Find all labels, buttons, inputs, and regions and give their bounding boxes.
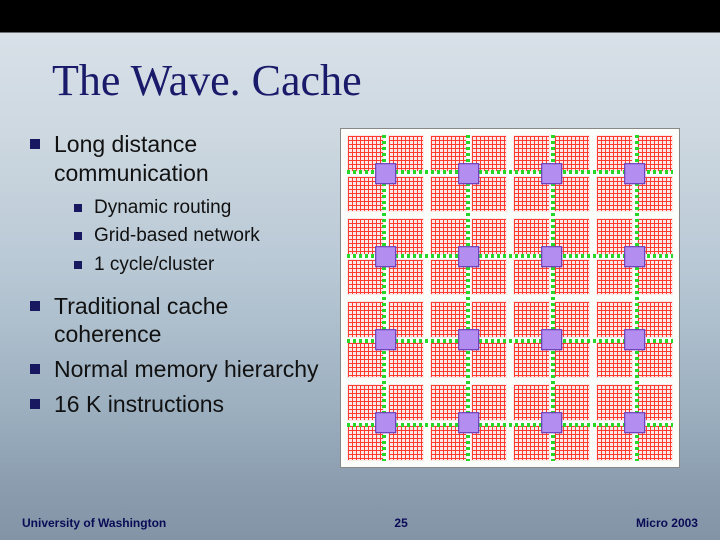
switch-node bbox=[458, 246, 480, 268]
bullet-list: Long distance communication Dynamic rout… bbox=[30, 130, 330, 425]
slide: The Wave. Cache Long distance communicat… bbox=[0, 0, 720, 540]
switch-node bbox=[624, 246, 646, 268]
bullet-text: Dynamic routing bbox=[94, 196, 231, 221]
switch-node bbox=[541, 246, 563, 268]
switch-node bbox=[458, 329, 480, 351]
page-number: 25 bbox=[394, 516, 407, 530]
list-item: Normal memory hierarchy bbox=[30, 355, 330, 384]
footer-venue: Micro 2003 bbox=[636, 516, 698, 530]
bullet-icon bbox=[74, 232, 82, 240]
switch-node bbox=[375, 412, 397, 434]
switch-node bbox=[541, 329, 563, 351]
switch-node bbox=[541, 163, 563, 185]
bullet-icon bbox=[30, 364, 40, 374]
list-item: Grid-based network bbox=[74, 224, 330, 249]
bullet-icon bbox=[30, 399, 40, 409]
switch-node bbox=[624, 163, 646, 185]
list-item: Dynamic routing bbox=[74, 196, 330, 221]
bullet-text: 1 cycle/cluster bbox=[94, 253, 214, 278]
bullet-text: Normal memory hierarchy bbox=[54, 355, 319, 384]
bullet-icon bbox=[74, 261, 82, 269]
footer-affiliation: University of Washington bbox=[22, 516, 166, 530]
switch-node bbox=[458, 163, 480, 185]
bullet-icon bbox=[74, 204, 82, 212]
switch-node bbox=[375, 329, 397, 351]
list-item: Long distance communication bbox=[30, 130, 330, 188]
footer: University of Washington 25 Micro 2003 bbox=[0, 516, 720, 530]
bullet-icon bbox=[30, 139, 40, 149]
bullet-text: Long distance communication bbox=[54, 130, 330, 188]
switch-node bbox=[375, 246, 397, 268]
cluster-grid bbox=[347, 135, 673, 461]
switch-node bbox=[375, 163, 397, 185]
switch-node bbox=[458, 412, 480, 434]
switch-node bbox=[541, 412, 563, 434]
switch-node bbox=[624, 412, 646, 434]
bullet-text: Grid-based network bbox=[94, 224, 260, 249]
bullet-icon bbox=[30, 301, 40, 311]
list-item: Traditional cache coherence bbox=[30, 292, 330, 350]
sub-list: Dynamic routing Grid-based network 1 cyc… bbox=[74, 196, 330, 278]
wavecache-diagram bbox=[340, 128, 680, 468]
bullet-text: Traditional cache coherence bbox=[54, 292, 330, 350]
switch-node bbox=[624, 329, 646, 351]
list-item: 1 cycle/cluster bbox=[74, 253, 330, 278]
bullet-text: 16 K instructions bbox=[54, 390, 224, 419]
list-item: 16 K instructions bbox=[30, 390, 330, 419]
slide-title: The Wave. Cache bbox=[52, 55, 362, 106]
